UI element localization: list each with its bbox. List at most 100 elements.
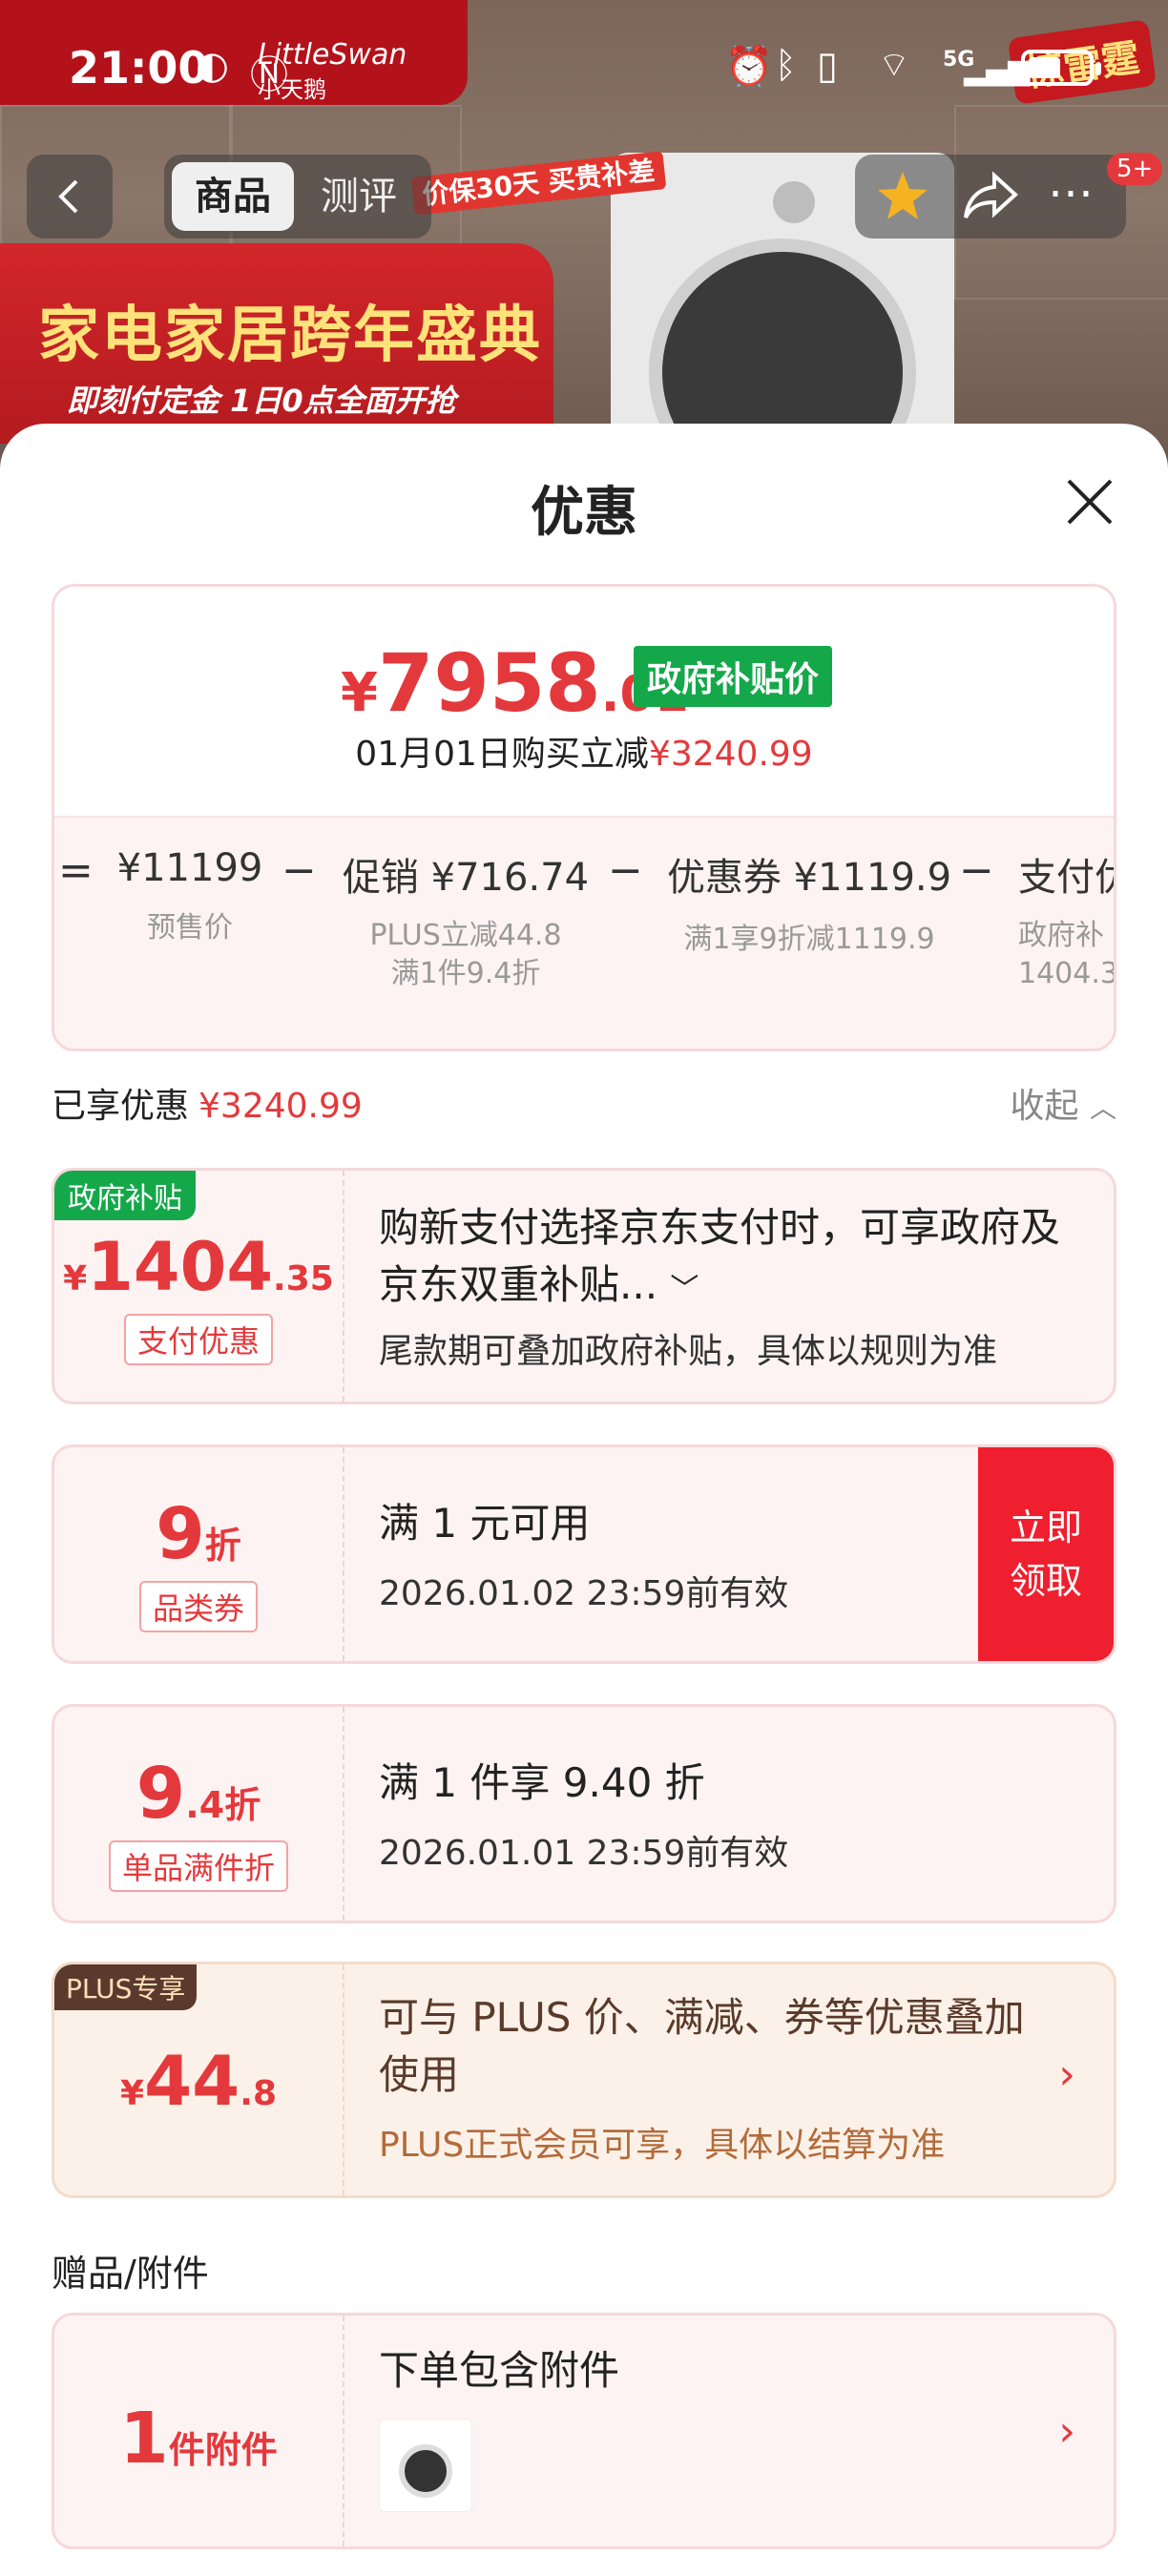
minus-sign: − [959,846,994,895]
coupon-plus[interactable]: PLUS专享 ¥44.8 可与 PLUS 价、满减、券等优惠叠加使用 PLUS正… [52,1962,1116,2198]
price-integer: 7958 [377,636,601,730]
vibrate-icon: ▯ [817,44,839,88]
breakdown-sub: 政府补 1404.3 [1018,919,1116,990]
minus-sign: − [608,846,643,895]
tab-review[interactable]: 测评 [298,162,420,231]
breakdown-promotion: 促销 ¥716.74 PLUS立减44.8 满1件9.4折 [337,846,594,993]
coupon-left: 1件附件 [54,2316,344,2546]
washer-knob [773,181,815,223]
coupon-left: 9折 品类券 [54,1447,344,1661]
coupon-left: PLUS专享 ¥44.8 [54,1964,344,2195]
chevron-left-icon [58,179,78,214]
coupon-title: 满 1 元可用 [379,1500,591,1547]
coupon-title: 可与 PLUS 价、满减、券等优惠叠加使用 [379,1994,1025,2098]
coupon-amount: 9折 [156,1493,241,1575]
coupon-type-pill: 品类券 [54,1581,343,1632]
sale-subtitle: 即刻付定金 1日0点全面开抢 [67,383,456,419]
action-group: ⋯ [855,155,1126,239]
clock: 21:00 [69,42,209,93]
battery-icon [1021,50,1101,86]
tab-product[interactable]: 商品 [172,162,294,231]
coupon-subtitle: 尾款期可叠加政府补贴，具体以规则为准 [379,1332,998,1371]
coupon-gov-subsidy[interactable]: 政府补贴 ¥1404.35 支付优惠 购新支付选择京东支付时，可享政府及京东双重… [52,1168,1116,1404]
gov-subsidy-tag: 政府补贴价 [634,646,833,707]
signal-icon: ▂▄▆ [964,53,1031,87]
favorite-button[interactable] [872,166,933,231]
coupon-title: 购新支付选择京东支付时，可享政府及京东双重补贴... ﹀ [379,1204,1061,1308]
coupon-title: 满 1 件享 9.40 折 [379,1759,705,1806]
page-tabs: 商品 测评 [164,155,431,239]
back-button[interactable] [27,155,113,239]
chevron-right-icon: › [1058,2050,1075,2099]
share-icon [964,171,1018,218]
plus-exclusive-tag: PLUS专享 [54,1964,198,2010]
coupon-right: 满 1 件享 9.40 折 2026.01.01 23:59前有效 [379,1707,1114,1921]
wifi-icon: ⌔ [878,46,910,85]
price-breakdown[interactable]: = ¥11199 预售价 − 促销 ¥716.74 PLUS立减44.8 满1件9… [54,816,1116,1049]
coupon-item-discount[interactable]: 9.4折 单品满件折 满 1 件享 9.40 折 2026.01.01 23:5… [52,1704,1116,1923]
summary-label: 已享优惠 [52,1087,190,1126]
chevron-down-icon: ﹀ [670,1273,699,1306]
share-button[interactable] [960,168,1021,229]
nfc-icon: Ⓝ [250,53,288,97]
gift-section-label: 赠品/附件 [52,2253,209,2295]
discount-sheet: 优惠 ¥7958.01 政府补贴价 01月01日购买立减¥3240.99 = ¥… [0,424,1168,2576]
breakdown-payment: 支付优 政府补1404.3 [1018,846,1116,993]
coupon-type-pill: 单品满件折 [54,1840,343,1892]
coupon-type-pill: 支付优惠 [54,1314,343,1365]
close-icon[interactable] [1061,473,1118,530]
bluetooth-icon: ᛒ [775,44,797,86]
equals-sign: = [58,846,94,895]
status-bar: 21:00 ◐ Ⓝ ⏰ ᛒ ▯ ⌔ 5G ▂▄▆ [0,0,1168,134]
chat-icon: ◐ [196,44,229,88]
gift-accessory-card[interactable]: 1件附件 下单包含附件 › [52,2313,1116,2549]
coupon-amount: 9.4折 [136,1753,261,1835]
chevron-up-icon: ︿ [1089,1092,1116,1124]
summary-value: ¥3240.99 [198,1087,363,1126]
notification-badge: 5+ [1107,153,1163,185]
claim-coupon-button[interactable]: 立即领取 [978,1447,1114,1661]
coupon-right: 满 1 元可用 2026.01.02 23:59前有效 [379,1447,978,1661]
purchase-date-text: 01月01日购买立减 [355,735,649,774]
breakdown-presale: ¥11199 预售价 [114,846,266,951]
coupon-right: 购新支付选择京东支付时，可享政府及京东双重补贴... ﹀ 尾款期可叠加政府补贴，… [379,1171,1114,1402]
breakdown-sub: PLUS立减44.8 满1件9.4折 [369,919,562,990]
breakdown-coupon: 优惠券 ¥1119.9 满1享9折减1119.9 [661,846,957,963]
breakdown-main: 优惠券 ¥1119.9 [666,856,952,900]
washer-door [649,239,916,448]
sheet-title: 优惠 [531,482,637,544]
gift-title: 下单包含附件 [379,2347,620,2394]
coupon-amount: ¥1404.35 [63,1228,334,1306]
coupon-left: 9.4折 单品满件折 [54,1707,344,1921]
collapse-label: 收起 [1010,1087,1079,1126]
coupon-corner-tag: 政府补贴 [54,1171,196,1220]
breakdown-main: 支付优 [1018,856,1114,900]
accessory-thumbnail [379,2419,472,2512]
coupon-right: 可与 PLUS 价、满减、券等优惠叠加使用 PLUS正式会员可享，具体以结算为准 [379,1964,1114,2195]
breakdown-main: ¥11199 [116,846,263,890]
star-icon [878,172,928,219]
coupon-validity: 2026.01.02 23:59前有效 [379,1574,789,1613]
price-summary: ¥7958.01 政府补贴价 01月01日购买立减¥3240.99 [54,587,1114,816]
breakdown-sub: 满1享9折减1119.9 [683,923,935,956]
breakdown-main: 促销 ¥716.74 [342,856,590,900]
alarm-icon: ⏰ [725,45,773,89]
purchase-discount-value: ¥3240.99 [648,735,813,774]
chevron-right-icon: › [1058,2407,1075,2456]
breakdown-sub: 预售价 [147,911,233,945]
collapse-button[interactable]: 收起 ︿ [1011,1078,1116,1128]
coupon-category[interactable]: 9折 品类券 满 1 元可用 2026.01.02 23:59前有效 立即领取 [52,1444,1116,1664]
price-currency: ¥ [341,662,378,724]
coupon-amount: ¥44.8 [120,2041,277,2121]
minus-sign: − [282,846,317,895]
purchase-discount-line: 01月01日购买立减¥3240.99 [54,726,1114,776]
coupon-subtitle: PLUS正式会员可享，具体以结算为准 [379,2126,946,2165]
gift-count: 1件附件 [119,2398,278,2480]
coupon-validity: 2026.01.01 23:59前有效 [379,1834,789,1873]
discount-summary: 已享优惠 ¥3240.99 收起 ︿ [52,1078,1116,1135]
sale-title: 家电家居跨年盛典 [38,301,542,371]
coupon-right: 下单包含附件 [379,2316,1114,2546]
price-card: ¥7958.01 政府补贴价 01月01日购买立减¥3240.99 = ¥111… [52,584,1116,1051]
coupon-left: 政府补贴 ¥1404.35 支付优惠 [54,1171,344,1402]
more-icon[interactable]: ⋯ [1048,170,1094,216]
